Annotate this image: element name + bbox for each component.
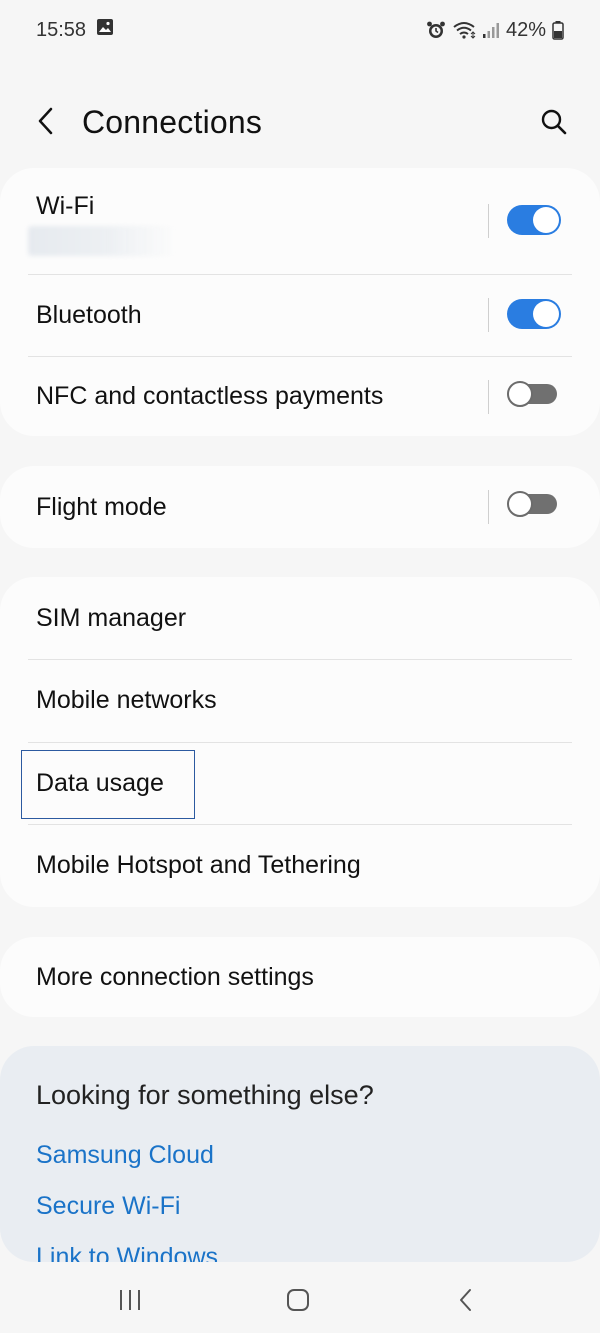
page-title: Connections xyxy=(82,104,263,140)
flight-mode-label: Flight mode xyxy=(36,493,167,521)
secure-wifi-link[interactable]: Secure Wi-Fi xyxy=(36,1192,180,1221)
focus-highlight xyxy=(21,750,195,819)
more-connection-settings-label: More connection settings xyxy=(36,963,314,991)
toggle-knob xyxy=(507,381,533,407)
bluetooth-toggle[interactable] xyxy=(507,299,561,329)
wifi-label: Wi-Fi xyxy=(36,192,95,220)
navigation-bar xyxy=(0,1262,600,1333)
row-separator xyxy=(488,490,489,524)
toggle-knob xyxy=(507,491,533,517)
sim-manager-row[interactable]: SIM manager xyxy=(0,577,600,659)
row-separator xyxy=(488,298,489,332)
battery-icon xyxy=(552,20,564,40)
nfc-toggle[interactable] xyxy=(507,381,561,411)
status-right: 42% xyxy=(426,19,564,42)
mobile-networks-label: Mobile networks xyxy=(36,686,217,714)
home-button[interactable] xyxy=(278,1282,318,1322)
bluetooth-row[interactable]: Bluetooth xyxy=(0,275,600,356)
wifi-network-name-redacted xyxy=(28,226,176,256)
flight-mode-toggle[interactable] xyxy=(507,491,561,521)
status-time: 15:58 xyxy=(36,18,87,41)
hotspot-label: Mobile Hotspot and Tethering xyxy=(36,851,361,879)
recent-apps-button[interactable] xyxy=(110,1282,150,1322)
chevron-left-icon xyxy=(36,106,56,141)
suggestions-title: Looking for something else? xyxy=(36,1080,374,1110)
chevron-left-icon xyxy=(457,1287,475,1318)
more-connection-settings-row[interactable]: More connection settings xyxy=(0,937,600,1017)
more-settings-card: More connection settings xyxy=(0,937,600,1017)
app-header: Connections xyxy=(0,90,600,156)
toggle-knob xyxy=(533,301,559,327)
network-card: SIM manager Mobile networks Data usage M… xyxy=(0,577,600,907)
row-separator xyxy=(488,380,489,414)
recent-apps-icon xyxy=(117,1288,143,1317)
nfc-row[interactable]: NFC and contactless payments xyxy=(0,357,600,436)
alarm-icon xyxy=(426,20,446,40)
status-left: 15:58 xyxy=(36,18,114,42)
wifi-signal-icon xyxy=(452,20,476,40)
connectivity-card: Wi-Fi Bluetooth NFC and contactless paym… xyxy=(0,168,600,436)
toggle-knob xyxy=(533,207,559,233)
home-icon xyxy=(285,1287,311,1318)
flight-mode-card: Flight mode xyxy=(0,466,600,548)
gallery-notification-icon xyxy=(96,18,114,42)
battery-percent: 42% xyxy=(505,18,546,41)
search-icon xyxy=(540,108,568,141)
mobile-networks-row[interactable]: Mobile networks xyxy=(0,660,600,742)
flight-mode-row[interactable]: Flight mode xyxy=(0,466,600,548)
search-button[interactable] xyxy=(534,104,574,144)
samsung-cloud-link[interactable]: Samsung Cloud xyxy=(36,1141,214,1170)
bluetooth-label: Bluetooth xyxy=(36,301,142,329)
sim-manager-label: SIM manager xyxy=(36,604,187,632)
wifi-toggle[interactable] xyxy=(507,205,561,235)
suggestions-card: Looking for something else? Samsung Clou… xyxy=(0,1046,600,1262)
nav-back-button[interactable] xyxy=(446,1282,486,1322)
hotspot-row[interactable]: Mobile Hotspot and Tethering xyxy=(0,825,600,907)
back-button[interactable] xyxy=(28,104,64,142)
row-separator xyxy=(488,204,489,238)
nfc-label: NFC and contactless payments xyxy=(36,382,384,410)
cell-signal-icon xyxy=(482,21,500,39)
wifi-row[interactable]: Wi-Fi xyxy=(0,168,600,274)
status-bar: 15:58 42% xyxy=(0,0,600,60)
link-to-windows-link[interactable]: Link to Windows xyxy=(36,1243,218,1262)
